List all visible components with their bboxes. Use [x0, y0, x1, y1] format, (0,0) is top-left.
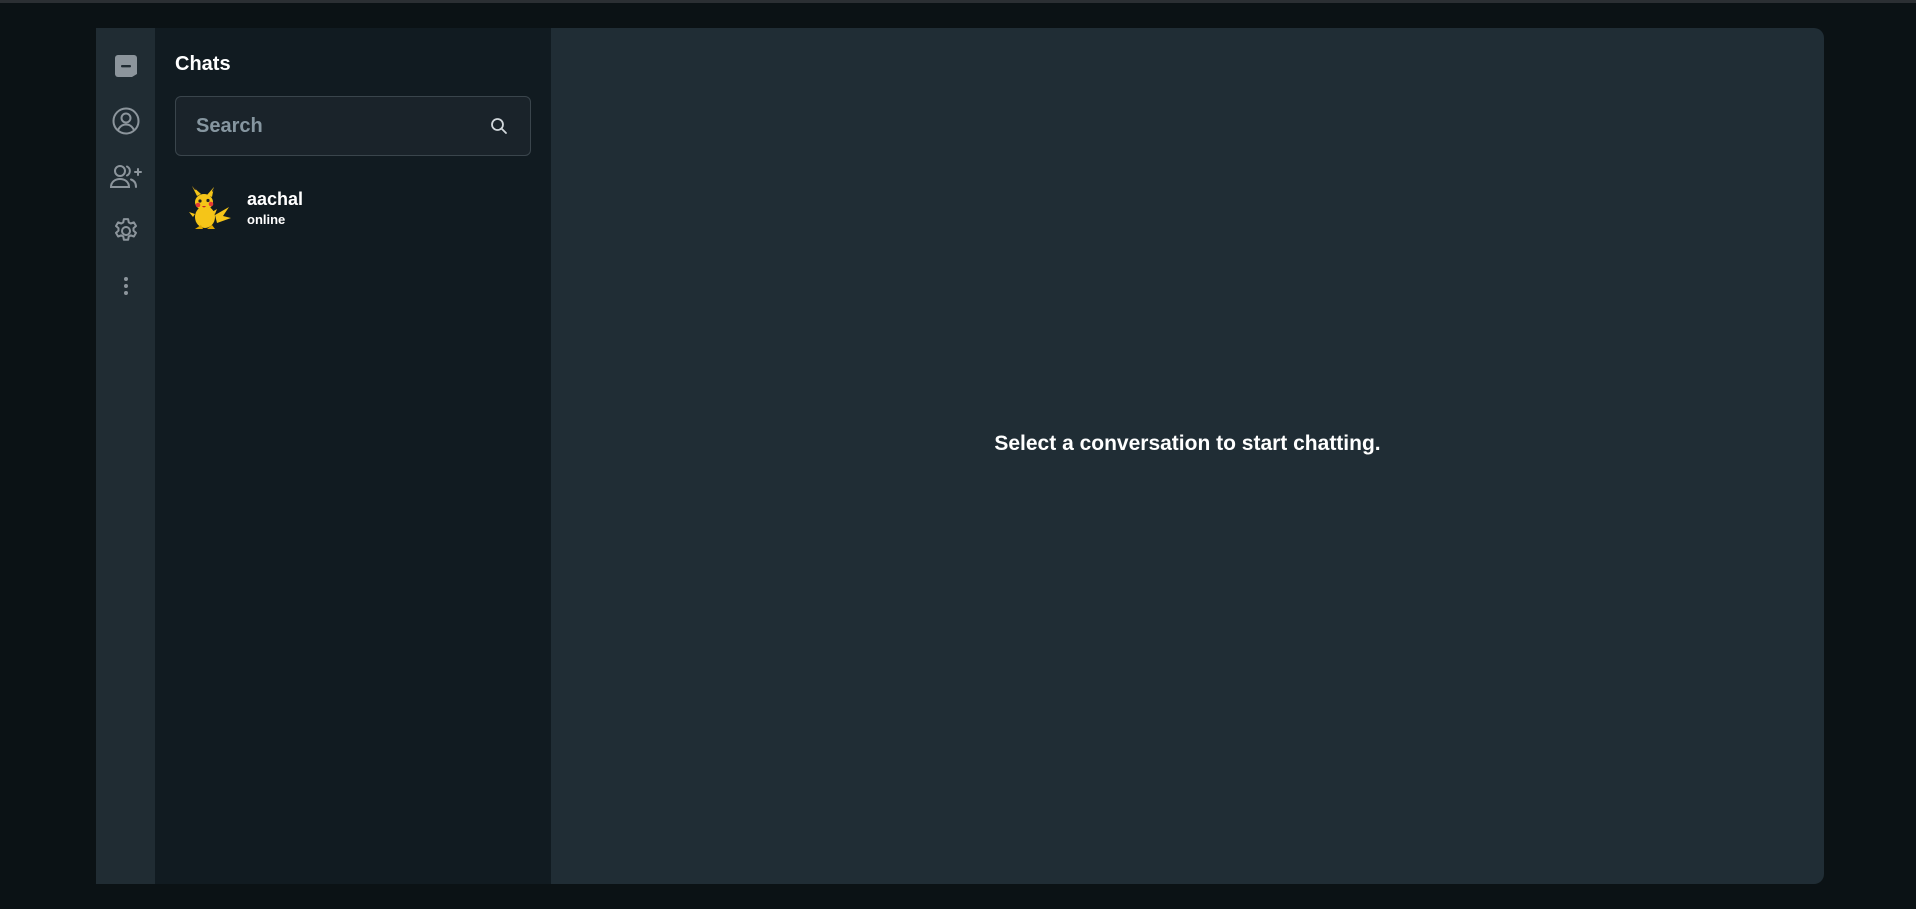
chats-title: Chats [175, 53, 231, 75]
gear-icon [111, 216, 141, 246]
empty-state-message: Select a conversation to start chatting. [994, 432, 1381, 455]
search-icon[interactable] [490, 117, 508, 135]
nav-chats-button[interactable] [108, 48, 144, 84]
more-vertical-icon [123, 276, 129, 296]
pikachu-avatar [185, 184, 233, 232]
chats-panel: Chats Search aachal online [155, 28, 551, 884]
conversation-area: Select a conversation to start chatting. [551, 28, 1824, 884]
chat-bubble-icon [112, 52, 140, 80]
search-box [175, 96, 531, 156]
contact-name: aachal [247, 189, 304, 209]
chat-meta: aachal online [247, 188, 303, 228]
search-input[interactable] [176, 97, 476, 155]
add-user-icon [109, 162, 143, 190]
profile-icon [111, 106, 141, 136]
nav-profile-button[interactable] [108, 103, 144, 139]
contact-status: online [247, 212, 286, 227]
browser-top-strip [0, 0, 1916, 3]
sidebar-nav [96, 28, 155, 884]
nav-add-contact-button[interactable] [108, 158, 144, 194]
nav-more-button[interactable] [108, 268, 144, 304]
chat-list-item[interactable]: aachal online [185, 184, 531, 232]
nav-settings-button[interactable] [108, 213, 144, 249]
chat-app: Chats Search aachal online Select a conv… [96, 28, 1824, 884]
